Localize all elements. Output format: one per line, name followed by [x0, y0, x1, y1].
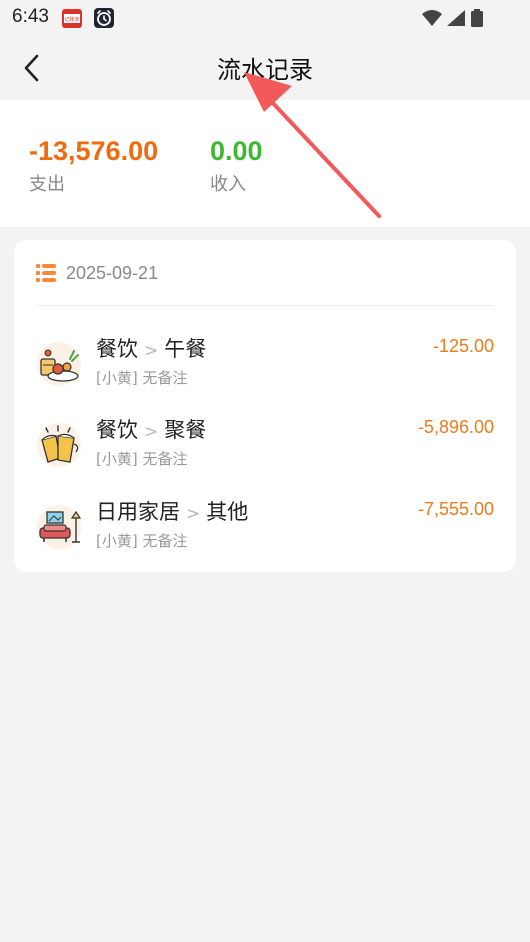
transaction-row[interactable]: 日用家居 > 其他 [小黄] 无备注 -7,555.00: [14, 496, 516, 566]
income-label: 收入: [210, 174, 246, 195]
entry-note: [小黄] 无备注: [96, 450, 188, 468]
entry-category: 餐饮 > 午餐: [96, 333, 206, 363]
category-separator: >: [144, 422, 159, 442]
category-name: 餐饮: [96, 418, 138, 442]
entry-amount: -7,555.00: [417, 499, 494, 519]
category-separator: >: [144, 341, 159, 361]
transaction-row[interactable]: 餐饮 > 聚餐 [小黄] 无备注 -5,896.00: [14, 414, 516, 484]
entry-amount: -125.00: [432, 336, 494, 356]
nav-bar: 流水记录: [0, 36, 530, 100]
cheers-icon: [37, 423, 81, 467]
subcategory-name: 午餐: [164, 337, 207, 361]
expense-label: 支出: [29, 174, 65, 195]
income-total: 0.00: [210, 136, 263, 166]
entry-category: 餐饮 > 聚餐: [96, 414, 206, 444]
battery-icon: [471, 9, 483, 27]
subcategory-name: 其他: [206, 500, 249, 524]
transaction-list-card: 2025-09-21 餐饮 > 午餐 [小黄] 无备注 -125.00 餐饮 >…: [14, 240, 516, 572]
date-header: 2025-09-21: [36, 260, 158, 286]
signal-icon: [447, 10, 465, 26]
lunch-icon: [37, 342, 81, 386]
date-label: 2025-09-21: [66, 262, 159, 283]
entry-category: 日用家居 > 其他: [96, 496, 248, 526]
wifi-icon: [422, 10, 442, 26]
expense-summary: -13,576.00 支出: [29, 136, 158, 196]
transaction-row[interactable]: 餐饮 > 午餐 [小黄] 无备注 -125.00: [14, 333, 516, 403]
alarm-clock-icon: [94, 8, 114, 28]
category-name: 日用家居: [96, 500, 180, 524]
divider: [36, 305, 494, 306]
calendar-app-label: 记账本: [64, 16, 79, 23]
furniture-icon: [37, 505, 82, 549]
entry-note: [小黄] 无备注: [96, 532, 188, 550]
category-name: 餐饮: [96, 337, 138, 361]
subcategory-name: 聚餐: [164, 418, 207, 442]
list-icon: [36, 264, 56, 282]
page-title: 流水记录: [217, 56, 313, 84]
calendar-app-icon: 记账本: [62, 9, 82, 28]
status-indicators: [422, 9, 483, 27]
summary-card: -13,576.00 支出 0.00 收入: [0, 100, 530, 227]
entry-note: [小黄] 无备注: [96, 369, 188, 387]
status-bar: 6:43 记账本: [0, 0, 530, 36]
income-summary: 0.00 收入: [210, 136, 263, 196]
entry-amount: -5,896.00: [417, 417, 494, 437]
category-separator: >: [186, 504, 201, 524]
status-time: 6:43: [12, 6, 49, 27]
expense-total: -13,576.00: [29, 136, 159, 166]
